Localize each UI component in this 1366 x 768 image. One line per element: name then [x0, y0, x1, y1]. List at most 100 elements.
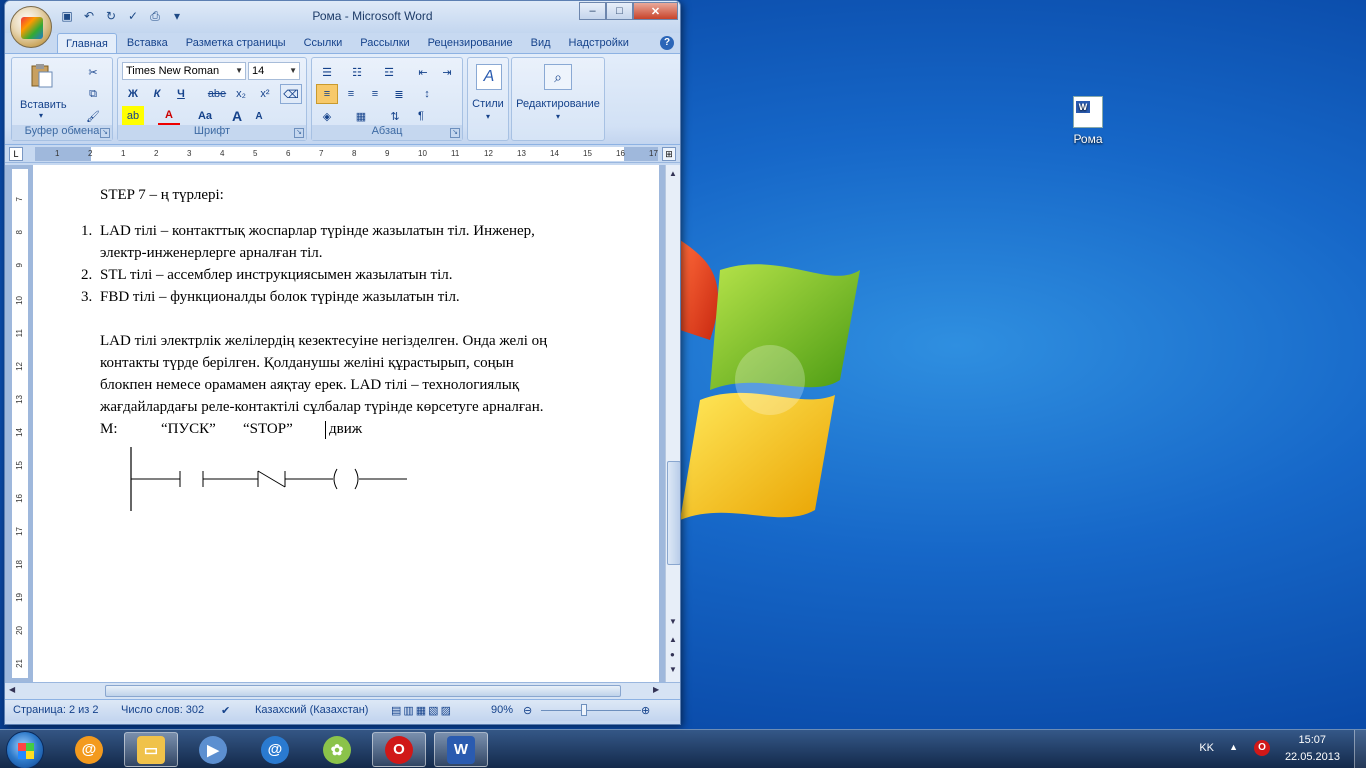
numbering-icon[interactable]: ☷	[346, 62, 368, 82]
status-page[interactable]: Страница: 2 из 2	[13, 704, 99, 716]
superscript-button[interactable]: x²	[254, 84, 276, 104]
view-buttons-icon[interactable]: ▤▥▦▧▨	[391, 704, 453, 717]
start-button[interactable]	[6, 731, 44, 768]
sort-icon[interactable]: ⇅	[384, 106, 406, 126]
prev-page-icon[interactable]: ▲	[669, 635, 677, 644]
show-desktop-button[interactable]	[1354, 730, 1366, 768]
desktop-icon-roma[interactable]: W Рома	[1062, 96, 1114, 146]
zoom-slider-handle[interactable]	[581, 704, 587, 716]
multilevel-list-icon[interactable]: ☲	[378, 62, 400, 82]
opera-tray-icon[interactable]: O	[1254, 740, 1270, 756]
scroll-right-icon[interactable]: ▶	[653, 685, 659, 694]
vertical-ruler[interactable]: 7 8 9 10 11 12 13 14 15 16 17 18 19 20 21	[12, 169, 28, 678]
highlight-button[interactable]: ab	[122, 106, 144, 126]
tab-references[interactable]: Ссылки	[296, 33, 351, 53]
clipboard-launcher-icon[interactable]: ↘	[100, 128, 110, 138]
taskbar-word[interactable]: W	[434, 732, 488, 767]
paragraph-launcher-icon[interactable]: ↘	[450, 128, 460, 138]
taskbar-media-player[interactable]: ▶	[186, 732, 240, 767]
close-button[interactable]: ✕	[633, 2, 678, 20]
grow-font-button[interactable]: A	[226, 106, 248, 126]
minimize-button[interactable]: –	[579, 2, 606, 20]
zoom-slider-track[interactable]	[541, 710, 641, 711]
underline-button[interactable]: Ч	[170, 84, 192, 104]
tab-selector-icon[interactable]: L	[9, 147, 23, 161]
browse-object-icon[interactable]: ●	[670, 650, 675, 659]
borders-icon[interactable]: ▦	[350, 106, 372, 126]
font-size-select[interactable]: 14 ▼	[248, 62, 300, 80]
increase-indent-icon[interactable]: ⇥	[436, 62, 458, 82]
shrink-font-button[interactable]: A	[248, 106, 270, 126]
subscript-button[interactable]: x₂	[230, 84, 252, 104]
format-painter-icon[interactable]: 🖌	[82, 106, 104, 126]
paste-label: Вставить	[20, 99, 67, 111]
vertical-scrollbar[interactable]: ▲ ▼ ▲ ● ▼	[665, 165, 680, 682]
italic-button[interactable]: К	[146, 84, 168, 104]
bold-button[interactable]: Ж	[122, 84, 144, 104]
status-words[interactable]: Число слов: 302	[121, 704, 204, 716]
copy-icon[interactable]: ⧉	[82, 84, 104, 104]
paste-button[interactable]: Вставить ▾	[20, 62, 67, 120]
help-icon[interactable]: ?	[660, 36, 674, 50]
show-marks-button[interactable]: ¶	[410, 106, 432, 126]
title-bar[interactable]: ▣ ↶ ↻ ✓ ⎙ ▾ Рома - Microsoft Word – □ ✕	[5, 1, 680, 48]
tab-addins[interactable]: Надстройки	[561, 33, 637, 53]
align-left-icon[interactable]: ≡	[316, 84, 338, 104]
office-button[interactable]	[10, 6, 52, 48]
ruler-mark: 7	[319, 149, 324, 158]
taskbar-icq[interactable]: ✿	[310, 732, 364, 767]
tab-home[interactable]: Главная	[57, 33, 117, 53]
strikethrough-button[interactable]: abe	[204, 84, 230, 104]
document-page[interactable]: STEP 7 – ң түрлері: 1. LAD тілі – контак…	[33, 165, 659, 682]
editing-group[interactable]: ⌕ Редактирование ▾	[511, 57, 605, 141]
scroll-up-icon[interactable]: ▲	[669, 169, 677, 178]
coil-right	[354, 468, 359, 490]
horizontal-scrollbar[interactable]: ◀ ▶	[5, 682, 680, 699]
ruler-mark: 11	[451, 149, 460, 158]
maximize-button[interactable]: □	[606, 2, 633, 20]
proofing-icon[interactable]: ✔	[221, 704, 230, 717]
taskbar-mail[interactable]: @	[248, 732, 302, 767]
font-color-button[interactable]: A	[158, 106, 180, 126]
clear-format-icon[interactable]: ⌫	[280, 84, 302, 104]
tab-view[interactable]: Вид	[523, 33, 559, 53]
font-size-value: 14	[252, 65, 265, 77]
status-zoom[interactable]: 90%	[491, 704, 513, 716]
shading-icon[interactable]: ◈	[316, 106, 338, 126]
font-launcher-icon[interactable]: ↘	[294, 128, 304, 138]
view-ruler-icon[interactable]: ⊞	[662, 147, 676, 161]
decrease-indent-icon[interactable]: ⇤	[412, 62, 434, 82]
styles-group[interactable]: A Стили ▾	[467, 57, 509, 141]
tab-insert[interactable]: Вставка	[119, 33, 176, 53]
cut-icon[interactable]: ✂	[82, 62, 104, 82]
horizontal-scroll-thumb[interactable]	[105, 685, 621, 697]
tab-review[interactable]: Рецензирование	[420, 33, 521, 53]
taskbar: @ ▭ ▶ @ ✿ O W KK ▲ O 15:07 22.05.2013	[0, 729, 1366, 768]
tab-page-layout[interactable]: Разметка страницы	[178, 33, 294, 53]
taskbar-explorer[interactable]: ▭	[124, 732, 178, 767]
tray-arrow-icon[interactable]: ▲	[1229, 742, 1238, 752]
zoom-out-icon[interactable]: ⊖	[523, 704, 532, 717]
clock-date[interactable]: 22.05.2013	[1285, 751, 1340, 763]
scroll-left-icon[interactable]: ◀	[9, 685, 15, 694]
tab-mailings[interactable]: Рассылки	[352, 33, 417, 53]
align-right-icon[interactable]: ≡	[364, 84, 386, 104]
line-spacing-icon[interactable]: ↕	[416, 84, 438, 104]
language-indicator[interactable]: KK	[1199, 742, 1214, 754]
font-family-select[interactable]: Times New Roman ▼	[122, 62, 246, 80]
taskbar-mail-agent[interactable]: @	[62, 732, 116, 767]
justify-icon[interactable]: ≣	[388, 84, 410, 104]
change-case-button[interactable]: Aa	[192, 106, 218, 126]
chevron-down-icon: ▾	[555, 112, 560, 121]
status-language[interactable]: Казахский (Казахстан)	[255, 704, 368, 716]
scroll-down-icon[interactable]: ▼	[669, 617, 677, 626]
taskbar-opera[interactable]: O	[372, 732, 426, 767]
align-center-icon[interactable]: ≡	[340, 84, 362, 104]
next-page-icon[interactable]: ▼	[669, 665, 677, 674]
horizontal-ruler[interactable]: 1 2 1 2 3 4 5 6 7 8 9 10 11 12 13 14 15 16 17	[35, 147, 658, 161]
clock-time[interactable]: 15:07	[1298, 734, 1326, 746]
zoom-in-icon[interactable]: ⊕	[641, 704, 650, 717]
bullets-icon[interactable]: ☰	[316, 62, 338, 82]
vertical-scroll-thumb[interactable]	[667, 461, 680, 565]
paste-dropdown-icon[interactable]: ▾	[20, 111, 62, 120]
